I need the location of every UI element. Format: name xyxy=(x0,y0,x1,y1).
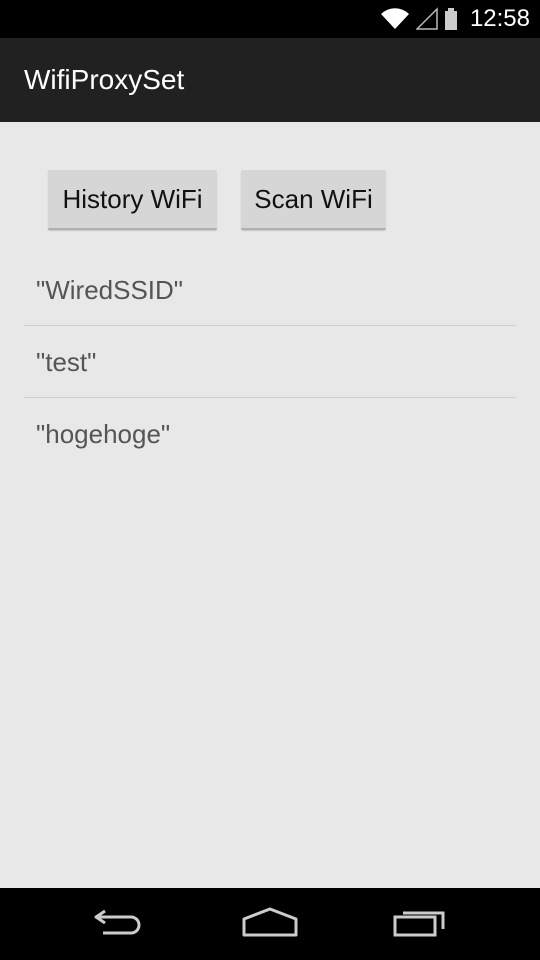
battery-icon xyxy=(444,7,458,31)
recents-button[interactable] xyxy=(370,888,470,960)
back-button[interactable] xyxy=(70,888,170,960)
list-item[interactable]: "test" xyxy=(24,326,516,398)
history-wifi-button[interactable]: History WiFi xyxy=(48,170,217,230)
cell-signal-icon xyxy=(415,7,438,31)
status-icons: 12:58 xyxy=(380,0,530,38)
scan-wifi-button[interactable]: Scan WiFi xyxy=(241,170,386,230)
list-item[interactable]: "hogehoge" xyxy=(24,398,516,470)
app-title: WifiProxySet xyxy=(24,64,185,95)
main-content: History WiFi Scan WiFi "WiredSSID" "test… xyxy=(0,122,540,888)
navigation-bar xyxy=(0,888,540,960)
action-bar: WifiProxySet xyxy=(0,38,540,122)
status-bar: 12:58 xyxy=(0,0,540,38)
wifi-icon xyxy=(380,7,410,31)
recents-icon xyxy=(393,907,447,942)
home-button[interactable] xyxy=(220,888,320,960)
back-icon xyxy=(93,907,147,942)
status-time: 12:58 xyxy=(469,5,530,32)
home-icon xyxy=(241,907,299,942)
wifi-list: "WiredSSID" "test" "hogehoge" xyxy=(24,254,516,470)
list-item[interactable]: "WiredSSID" xyxy=(24,254,516,326)
